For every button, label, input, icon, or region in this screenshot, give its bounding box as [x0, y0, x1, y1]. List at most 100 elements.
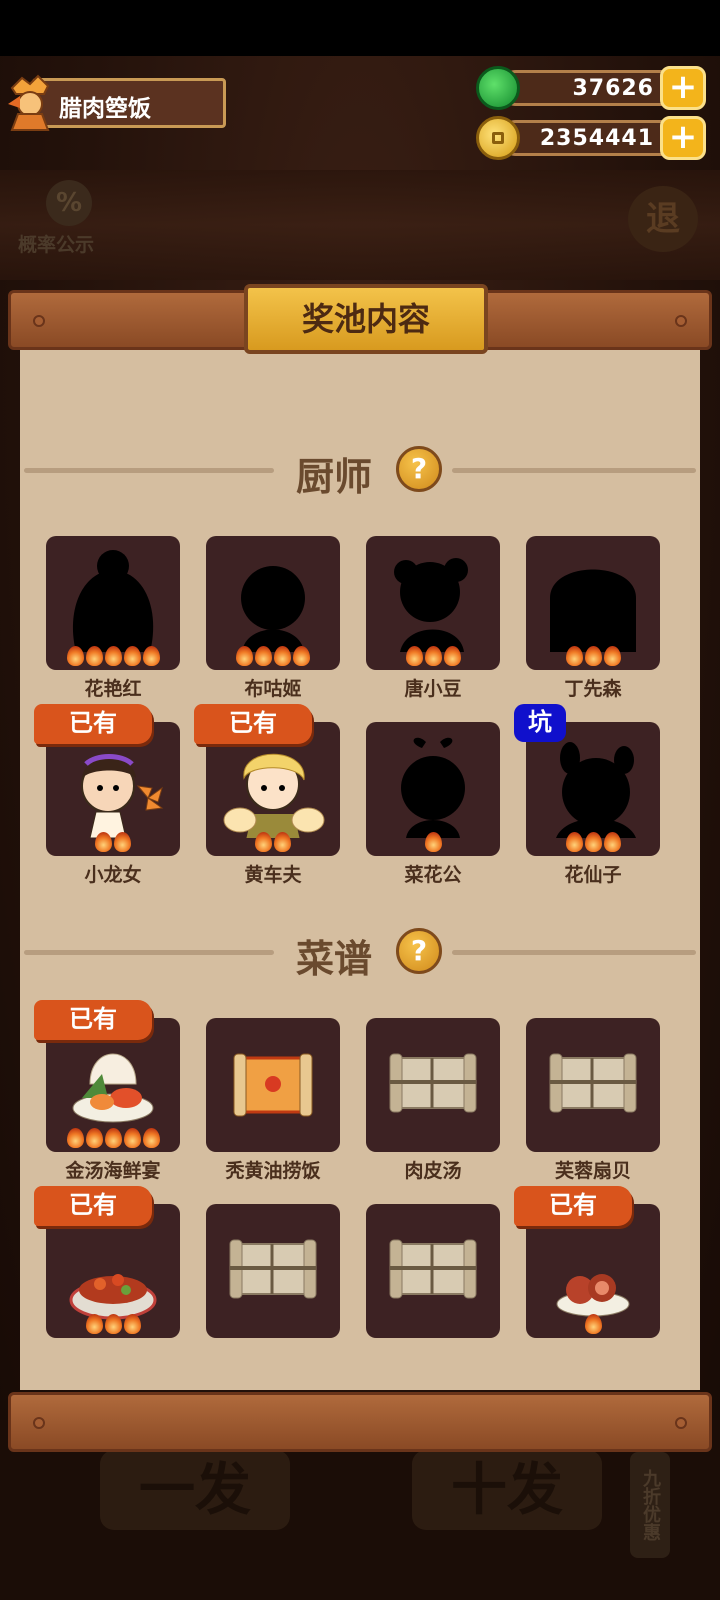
chef-portrait-icon	[223, 753, 325, 838]
recipe-name: 芙蓉扇贝	[554, 1160, 631, 1182]
flame-star-icon	[85, 1128, 103, 1148]
flame-star-icon	[142, 646, 160, 666]
chef-name: 小龙女	[84, 864, 142, 886]
flame-star-icon	[66, 1128, 84, 1148]
flame-star-icon	[95, 832, 112, 852]
flame-star-icon	[104, 1314, 122, 1334]
chef-portrait-icon	[72, 550, 154, 652]
flame-star-icon	[405, 646, 423, 666]
probability-button[interactable]: % 概率公示	[18, 176, 114, 258]
recipe-section-title: 菜谱	[296, 937, 373, 981]
recipe-portrait-icon	[72, 1053, 154, 1123]
flame-star-icon	[603, 646, 621, 666]
flame-star-icon	[123, 1128, 141, 1148]
coin-value: 2354441	[539, 126, 654, 151]
recipe-section-header: 菜谱 ?	[20, 922, 700, 982]
recipe-card[interactable]	[206, 1018, 340, 1152]
recipe-portrait-icon	[556, 1274, 630, 1317]
star-rating	[526, 1314, 660, 1336]
chef-name: 布咕姬	[244, 678, 302, 700]
dish-name: 腊肉箜饭	[59, 96, 151, 122]
chef-section-title: 厨师	[296, 455, 373, 499]
flame-star-icon	[584, 1314, 602, 1334]
chef-card[interactable]	[526, 536, 660, 670]
owned-badge: 已有	[514, 1186, 632, 1226]
flame-star-icon	[255, 832, 272, 852]
flame-star-icon	[293, 646, 310, 666]
recipe-card[interactable]	[206, 1204, 340, 1338]
prize-pool-panel[interactable]: 厨师 ? 花艳红 布咕姬 唐小豆 丁先森 小龙女 已有 黄车夫 已有 菜花公 花仙子坑 菜谱 ? …	[20, 350, 700, 1390]
chef-name: 唐小豆	[404, 678, 462, 700]
flame-star-icon	[236, 646, 253, 666]
star-rating	[366, 1314, 500, 1336]
flame-star-icon	[565, 832, 583, 852]
flame-star-icon	[85, 646, 103, 666]
recipe-portrait-icon	[389, 1053, 477, 1113]
star-rating	[526, 646, 660, 668]
chef-name: 花艳红	[84, 678, 142, 700]
chef-name: 黄车夫	[244, 864, 302, 886]
star-rating	[526, 832, 660, 854]
exit-button[interactable]: 退	[628, 186, 698, 252]
chef-card[interactable]	[46, 536, 180, 670]
star-rating	[206, 1314, 340, 1336]
chef-name: 花仙子	[564, 864, 622, 886]
flame-star-icon	[255, 646, 272, 666]
owned-badge: 已有	[34, 1186, 152, 1226]
star-rating	[206, 1128, 340, 1150]
recipe-portrait-icon	[389, 1239, 477, 1299]
chef-help-icon[interactable]: ?	[396, 446, 442, 492]
chef-portrait-icon	[550, 569, 636, 652]
chef-portrait-icon	[394, 558, 468, 652]
add-jade-button[interactable]: +	[660, 66, 706, 110]
recipe-name: 秃黄油捞饭	[225, 1160, 321, 1182]
recipe-card[interactable]	[526, 1018, 660, 1152]
jade-icon	[476, 66, 520, 110]
owned-badge: 已有	[194, 704, 312, 744]
star-rating	[46, 1128, 180, 1150]
chef-name: 丁先森	[564, 678, 622, 700]
discount-tag: 九折优惠	[630, 1452, 670, 1558]
chef-portrait-icon	[241, 566, 305, 652]
flame-star-icon	[584, 646, 602, 666]
chef-card[interactable]	[366, 722, 500, 856]
recipe-portrait-icon	[549, 1053, 637, 1113]
star-rating	[46, 832, 180, 854]
recipe-card[interactable]	[366, 1204, 500, 1338]
flame-star-icon	[424, 832, 442, 852]
star-rating	[366, 1128, 500, 1150]
star-rating	[206, 646, 340, 668]
chef-name: 菜花公	[404, 864, 462, 886]
star-rating	[366, 832, 500, 854]
flame-star-icon	[443, 646, 461, 666]
flame-star-icon	[424, 646, 442, 666]
dish-name-pill: 腊肉箜饭	[32, 78, 226, 128]
modal-bottom-frame	[8, 1392, 712, 1452]
dish-profile[interactable]: 腊肉箜饭	[0, 74, 230, 134]
flame-star-icon	[66, 646, 84, 666]
chef-card[interactable]	[366, 536, 500, 670]
jade-currency: 37626 +	[476, 66, 706, 110]
recipe-card[interactable]	[366, 1018, 500, 1152]
chef-card[interactable]	[526, 722, 660, 856]
jade-value: 37626	[572, 76, 654, 101]
add-coin-button[interactable]: +	[660, 116, 706, 160]
ten-draw-button[interactable]: 十发	[412, 1450, 602, 1530]
chef-card[interactable]	[206, 536, 340, 670]
flame-star-icon	[85, 1314, 103, 1334]
single-draw-button[interactable]: 一发	[100, 1450, 290, 1530]
recipe-portrait-icon	[229, 1239, 317, 1299]
percent-icon: %	[46, 180, 92, 226]
owned-badge: 已有	[34, 1000, 152, 1040]
flame-star-icon	[123, 1314, 141, 1334]
owned-badge: 已有	[34, 704, 152, 744]
coin-icon	[476, 116, 520, 160]
star-rating	[526, 1128, 660, 1150]
flame-star-icon	[114, 832, 131, 852]
chef-portrait-icon	[401, 737, 465, 838]
flame-star-icon	[104, 646, 122, 666]
recipe-name: 肉皮汤	[404, 1160, 462, 1182]
recipe-help-icon[interactable]: ?	[396, 928, 442, 974]
chef-section-header: 厨师 ?	[20, 440, 700, 500]
flame-star-icon	[104, 1128, 122, 1148]
